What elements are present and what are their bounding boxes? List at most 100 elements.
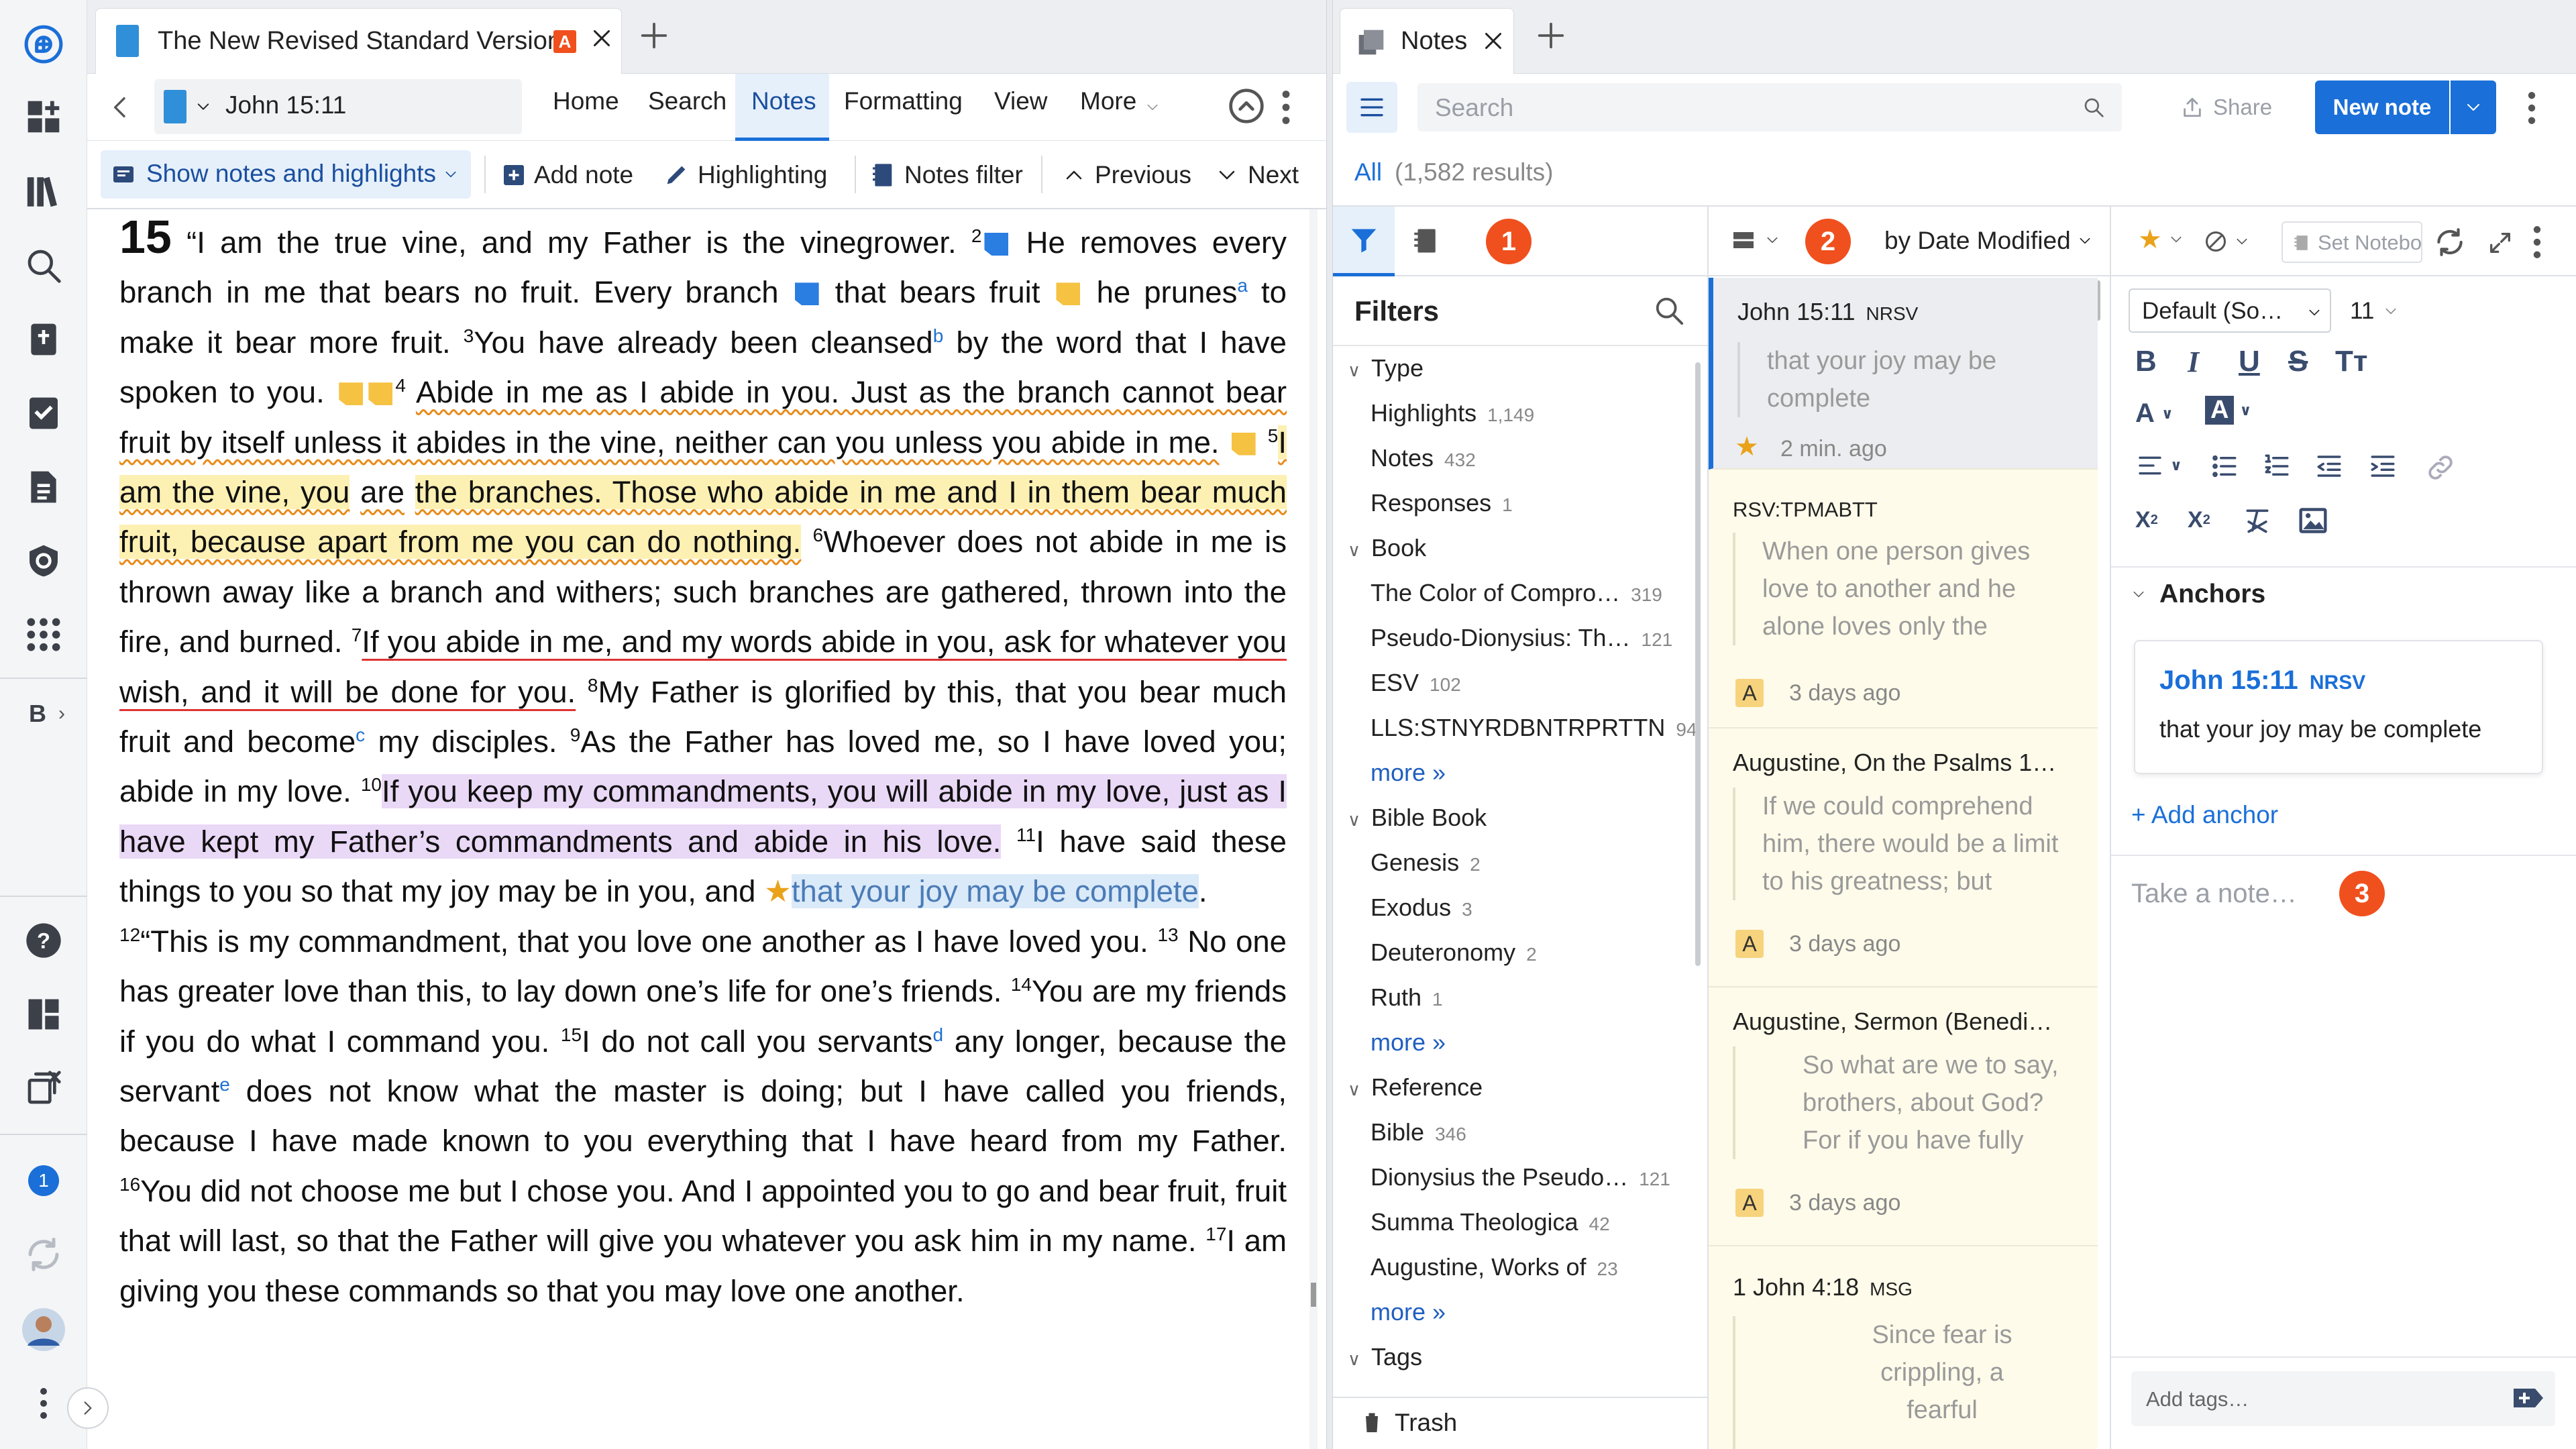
note-card-selected[interactable]: John 15:11 NRSV that your joy may be com…: [1709, 278, 2098, 470]
filter-group-book[interactable]: ∨ Book: [1348, 534, 1426, 562]
previous-button[interactable]: Previous: [1061, 141, 1191, 209]
new-note-dropdown[interactable]: [2451, 80, 2496, 134]
anchor-reference[interactable]: John 15:11 NRSV: [2159, 665, 2365, 696]
align-icon[interactable]: ∨: [2135, 452, 2182, 479]
more-link[interactable]: more »: [1371, 1028, 1446, 1057]
clear-format-icon[interactable]: [2243, 506, 2272, 535]
yellow-note-flag-icon[interactable]: [368, 382, 393, 406]
library-icon[interactable]: [21, 169, 66, 215]
scrollbar-thumb[interactable]: [1311, 1283, 1316, 1307]
scrollbar-thumb[interactable]: [1695, 362, 1701, 966]
more-menu[interactable]: More: [1080, 87, 1136, 115]
refresh-icon[interactable]: [2433, 225, 2467, 259]
note-body-input[interactable]: Take a note…: [2131, 879, 2297, 909]
sort-dropdown[interactable]: by Date Modified: [1884, 227, 2092, 255]
strikethrough-icon[interactable]: S: [2288, 345, 2308, 378]
search-input[interactable]: Search: [1417, 83, 2122, 131]
checklist-icon[interactable]: [21, 390, 66, 436]
footnote-link[interactable]: e: [219, 1074, 230, 1095]
blue-note-flag-icon[interactable]: [794, 282, 819, 306]
avatar[interactable]: [21, 1307, 66, 1352]
expand-icon[interactable]: [2487, 229, 2514, 256]
shield-icon[interactable]: [21, 538, 66, 584]
search-tab[interactable]: Search: [648, 87, 727, 115]
set-notebook-button[interactable]: Set Notebo: [2282, 221, 2422, 263]
close-panels-icon[interactable]: [21, 1065, 66, 1111]
filter-group-reference[interactable]: ∨ Reference: [1348, 1073, 1483, 1102]
font-family-select[interactable]: Default (So…: [2129, 288, 2331, 333]
filter-item[interactable]: Pseudo-Dionysius: Th… 121: [1371, 624, 1672, 652]
filter-item[interactable]: Dionysius the Pseudo… 121: [1371, 1163, 1670, 1191]
view-mode-toggle[interactable]: [1729, 228, 1780, 252]
filter-item[interactable]: Highlights 1,149: [1371, 399, 1534, 427]
link-icon[interactable]: [2425, 452, 2456, 483]
blue-note-flag-icon[interactable]: [984, 233, 1009, 256]
filter-item[interactable]: The Color of Compro… 319: [1371, 579, 1662, 607]
italic-icon[interactable]: I: [2188, 345, 2199, 379]
logos-home-icon[interactable]: [21, 21, 66, 67]
all-results-link[interactable]: All: [1354, 158, 1382, 186]
filter-tab[interactable]: [1333, 207, 1395, 276]
filter-item[interactable]: Notes 432: [1371, 444, 1476, 472]
filter-item[interactable]: Bible 346: [1371, 1118, 1466, 1146]
font-size-select[interactable]: 11: [2350, 298, 2398, 325]
footnote-link[interactable]: a: [1237, 275, 1248, 296]
dashboard-add-icon[interactable]: [21, 94, 66, 140]
reference-input[interactable]: John 15:11: [225, 91, 346, 119]
apps-grid-icon[interactable]: [21, 612, 66, 657]
filter-item[interactable]: ESV 102: [1371, 669, 1461, 697]
clear-style-dropdown[interactable]: [2204, 229, 2249, 254]
filter-item[interactable]: Genesis 2: [1371, 849, 1481, 877]
note-card[interactable]: Augustine, On the Psalms 1… If we could …: [1709, 729, 2098, 987]
home-tab[interactable]: Home: [553, 87, 619, 115]
anchors-section-header[interactable]: Anchors: [2131, 580, 2265, 609]
text-size-icon[interactable]: Tт: [2335, 345, 2367, 378]
notebook-icon[interactable]: [1411, 225, 1439, 256]
filter-group-bible-book[interactable]: ∨ Bible Book: [1348, 804, 1487, 832]
more-link[interactable]: more »: [1371, 1298, 1446, 1326]
indent-icon[interactable]: [2366, 452, 2400, 480]
trash-row[interactable]: Trash: [1333, 1397, 1707, 1449]
bold-icon[interactable]: B: [2135, 345, 2157, 378]
document-icon[interactable]: [21, 464, 66, 510]
layout-icon[interactable]: [21, 991, 66, 1037]
note-style-dropdown[interactable]: ★: [2138, 226, 2184, 253]
footnote-link[interactable]: c: [356, 724, 365, 745]
filter-group-type[interactable]: ∨ Type: [1348, 354, 1424, 382]
filter-item[interactable]: Ruth 1: [1371, 983, 1443, 1012]
filter-item[interactable]: Deuteronomy 2: [1371, 938, 1537, 967]
outdent-icon[interactable]: [2312, 452, 2346, 480]
verse-11-highlight[interactable]: that your joy may be complete: [791, 874, 1199, 909]
view-tab[interactable]: View: [994, 87, 1048, 115]
note-card[interactable]: Augustine, Sermon (Benedi… So what are w…: [1709, 987, 2098, 1246]
reference-box[interactable]: John 15:11: [154, 79, 522, 134]
filter-item[interactable]: Responses 1: [1371, 489, 1513, 517]
sync-icon[interactable]: [21, 1232, 66, 1277]
pane-divider[interactable]: [1326, 0, 1333, 1449]
add-tags-input[interactable]: Add tags…: [2131, 1371, 2555, 1426]
next-button[interactable]: Next: [1214, 141, 1299, 209]
add-tag-icon[interactable]: [2512, 1385, 2544, 1411]
superscript-icon[interactable]: X2: [2188, 507, 2210, 533]
filter-item[interactable]: Augustine, Works of 23: [1371, 1253, 1618, 1281]
show-notes-button[interactable]: Show notes and highlights: [101, 150, 471, 199]
close-icon[interactable]: [1481, 29, 1505, 53]
highlight-color-icon[interactable]: A ∨: [2205, 396, 2251, 425]
close-icon[interactable]: [590, 26, 614, 50]
add-anchor-link[interactable]: + Add anchor: [2131, 801, 2278, 829]
notes-filter-button[interactable]: Notes filter: [869, 141, 1023, 209]
bullet-list-icon[interactable]: [2208, 452, 2241, 480]
filter-item[interactable]: Summa Theologica 42: [1371, 1208, 1610, 1236]
footnote-link[interactable]: b: [933, 325, 944, 346]
more-vertical-icon[interactable]: [2527, 91, 2536, 125]
underline-icon[interactable]: U: [2239, 345, 2260, 378]
notes-tab[interactable]: Notes: [735, 74, 829, 141]
yellow-note-flag-icon[interactable]: [1231, 432, 1256, 455]
more-link[interactable]: more »: [1371, 759, 1446, 787]
yellow-note-flag-icon[interactable]: [339, 382, 364, 406]
bible-icon[interactable]: [21, 317, 66, 362]
new-note-button[interactable]: New note: [2315, 80, 2449, 134]
yellow-note-flag-icon[interactable]: [1056, 282, 1081, 306]
search-icon[interactable]: [1654, 295, 1684, 326]
subscript-icon[interactable]: X2: [2135, 507, 2158, 533]
